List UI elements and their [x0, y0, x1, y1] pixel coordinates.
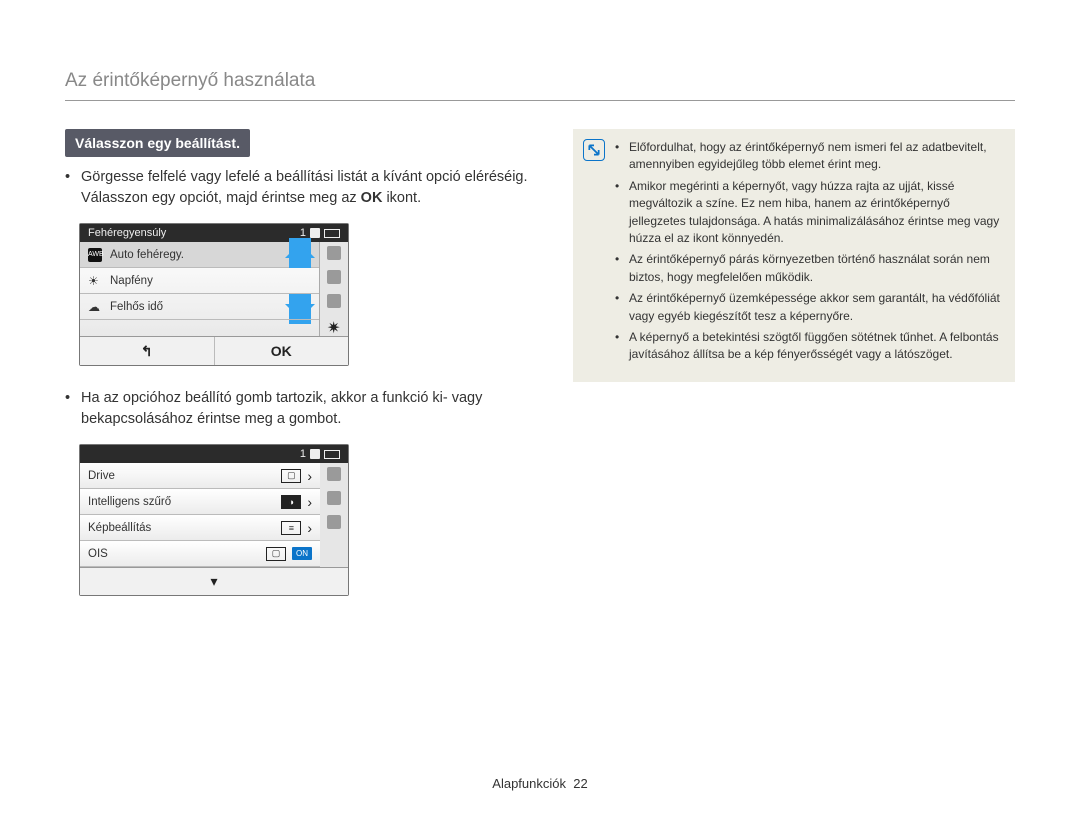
- side-icon-b2[interactable]: [327, 491, 341, 505]
- instruction-2-text: Ha az opcióhoz beállító gomb tartozik, a…: [81, 388, 545, 430]
- wb-row-daylight-label: Napfény: [110, 275, 153, 287]
- section-subheader: Válasszon egy beállítást.: [65, 129, 250, 157]
- settings-footer: ▾: [80, 567, 348, 595]
- note-item: •Az érintőképernyő üzemképessége akkor s…: [615, 290, 1001, 325]
- adjust-value-icon: ≡: [281, 521, 301, 535]
- footer-page-number: 22: [573, 776, 587, 791]
- memory-icon-2: [310, 449, 320, 459]
- settings-row-smartfilter-label: Intelligens szűrő: [88, 496, 171, 508]
- side-icon-4[interactable]: ✷: [327, 318, 341, 332]
- arrow-up-icon: [289, 238, 311, 268]
- chevron-right-icon: ›: [307, 468, 312, 484]
- wb-row-daylight[interactable]: Napfény: [80, 268, 319, 294]
- wb-row-cloudy[interactable]: Felhős idő: [80, 294, 319, 320]
- battery-icon: [324, 229, 340, 238]
- settings-row-imageadjust[interactable]: Képbeállítás ≡ ›: [80, 515, 320, 541]
- side-icon-b3[interactable]: [327, 515, 341, 529]
- camera-screenshot-settings: 1 Drive ▢ › Intelligens szűrő ◑ ›: [79, 444, 349, 596]
- wb-row-auto-label: Auto fehéregy.: [110, 249, 184, 261]
- page-title: Az érintőképernyő használata: [65, 70, 1015, 101]
- wb-row-cloudy-label: Felhős idő: [110, 301, 163, 313]
- wb-row-auto[interactable]: AWB Auto fehéregy.: [80, 242, 319, 268]
- side-icon-1[interactable]: [327, 246, 341, 260]
- instruction-1-post: ikont.: [386, 190, 421, 206]
- page-footer: Alapfunkciók 22: [0, 776, 1080, 791]
- settings-row-drive-label: Drive: [88, 470, 115, 482]
- settings-row-ois[interactable]: OIS ▢ ON: [80, 541, 320, 567]
- ok-icon-inline: OK: [361, 190, 383, 206]
- note-item: •A képernyő a betekintési szögtől függőe…: [615, 329, 1001, 364]
- note-item: •Az érintőképernyő párás környezetben tö…: [615, 251, 1001, 286]
- instruction-2: • Ha az opcióhoz beállító gomb tartozik,…: [65, 388, 545, 430]
- info-icon: [583, 139, 605, 161]
- side-icon-b1[interactable]: [327, 467, 341, 481]
- back-button[interactable]: ↰: [80, 337, 215, 365]
- instruction-1-pre: Görgesse felfelé vagy lefelé a beállítás…: [81, 169, 528, 206]
- side-icon-3[interactable]: [327, 294, 341, 308]
- info-note-box: •Előfordulhat, hogy az érintőképernyő ne…: [573, 129, 1015, 382]
- settings-counter: 1: [300, 448, 306, 460]
- awb-icon: AWB: [88, 248, 102, 262]
- settings-row-ois-label: OIS: [88, 548, 108, 560]
- ok-button[interactable]: OK: [215, 337, 349, 365]
- filter-value-icon: ◑: [281, 495, 301, 509]
- battery-icon-2: [324, 450, 340, 459]
- on-badge[interactable]: ON: [292, 547, 312, 560]
- footer-section: Alapfunkciók: [492, 776, 566, 791]
- camera-screenshot-wb: Fehéregyensúly 1 AWB Auto fehéregy. Napf…: [79, 223, 349, 366]
- chevron-right-icon: ›: [307, 520, 312, 536]
- note-item: •Előfordulhat, hogy az érintőképernyő ne…: [615, 139, 1001, 174]
- settings-row-imageadjust-label: Képbeállítás: [88, 522, 151, 534]
- cloud-icon: [88, 300, 102, 314]
- sun-icon: [88, 274, 102, 288]
- note-item: •Amikor megérinti a képernyőt, vagy húzz…: [615, 178, 1001, 248]
- settings-row-smartfilter[interactable]: Intelligens szűrő ◑ ›: [80, 489, 320, 515]
- ois-value-icon: ▢: [266, 547, 286, 561]
- wb-title: Fehéregyensúly: [88, 227, 166, 239]
- drive-value-icon: ▢: [281, 469, 301, 483]
- side-icon-2[interactable]: [327, 270, 341, 284]
- chevron-down-icon[interactable]: ▾: [210, 573, 217, 590]
- chevron-right-icon: ›: [307, 494, 312, 510]
- settings-row-drive[interactable]: Drive ▢ ›: [80, 463, 320, 489]
- instruction-1: • Görgesse felfelé vagy lefelé a beállít…: [65, 167, 545, 209]
